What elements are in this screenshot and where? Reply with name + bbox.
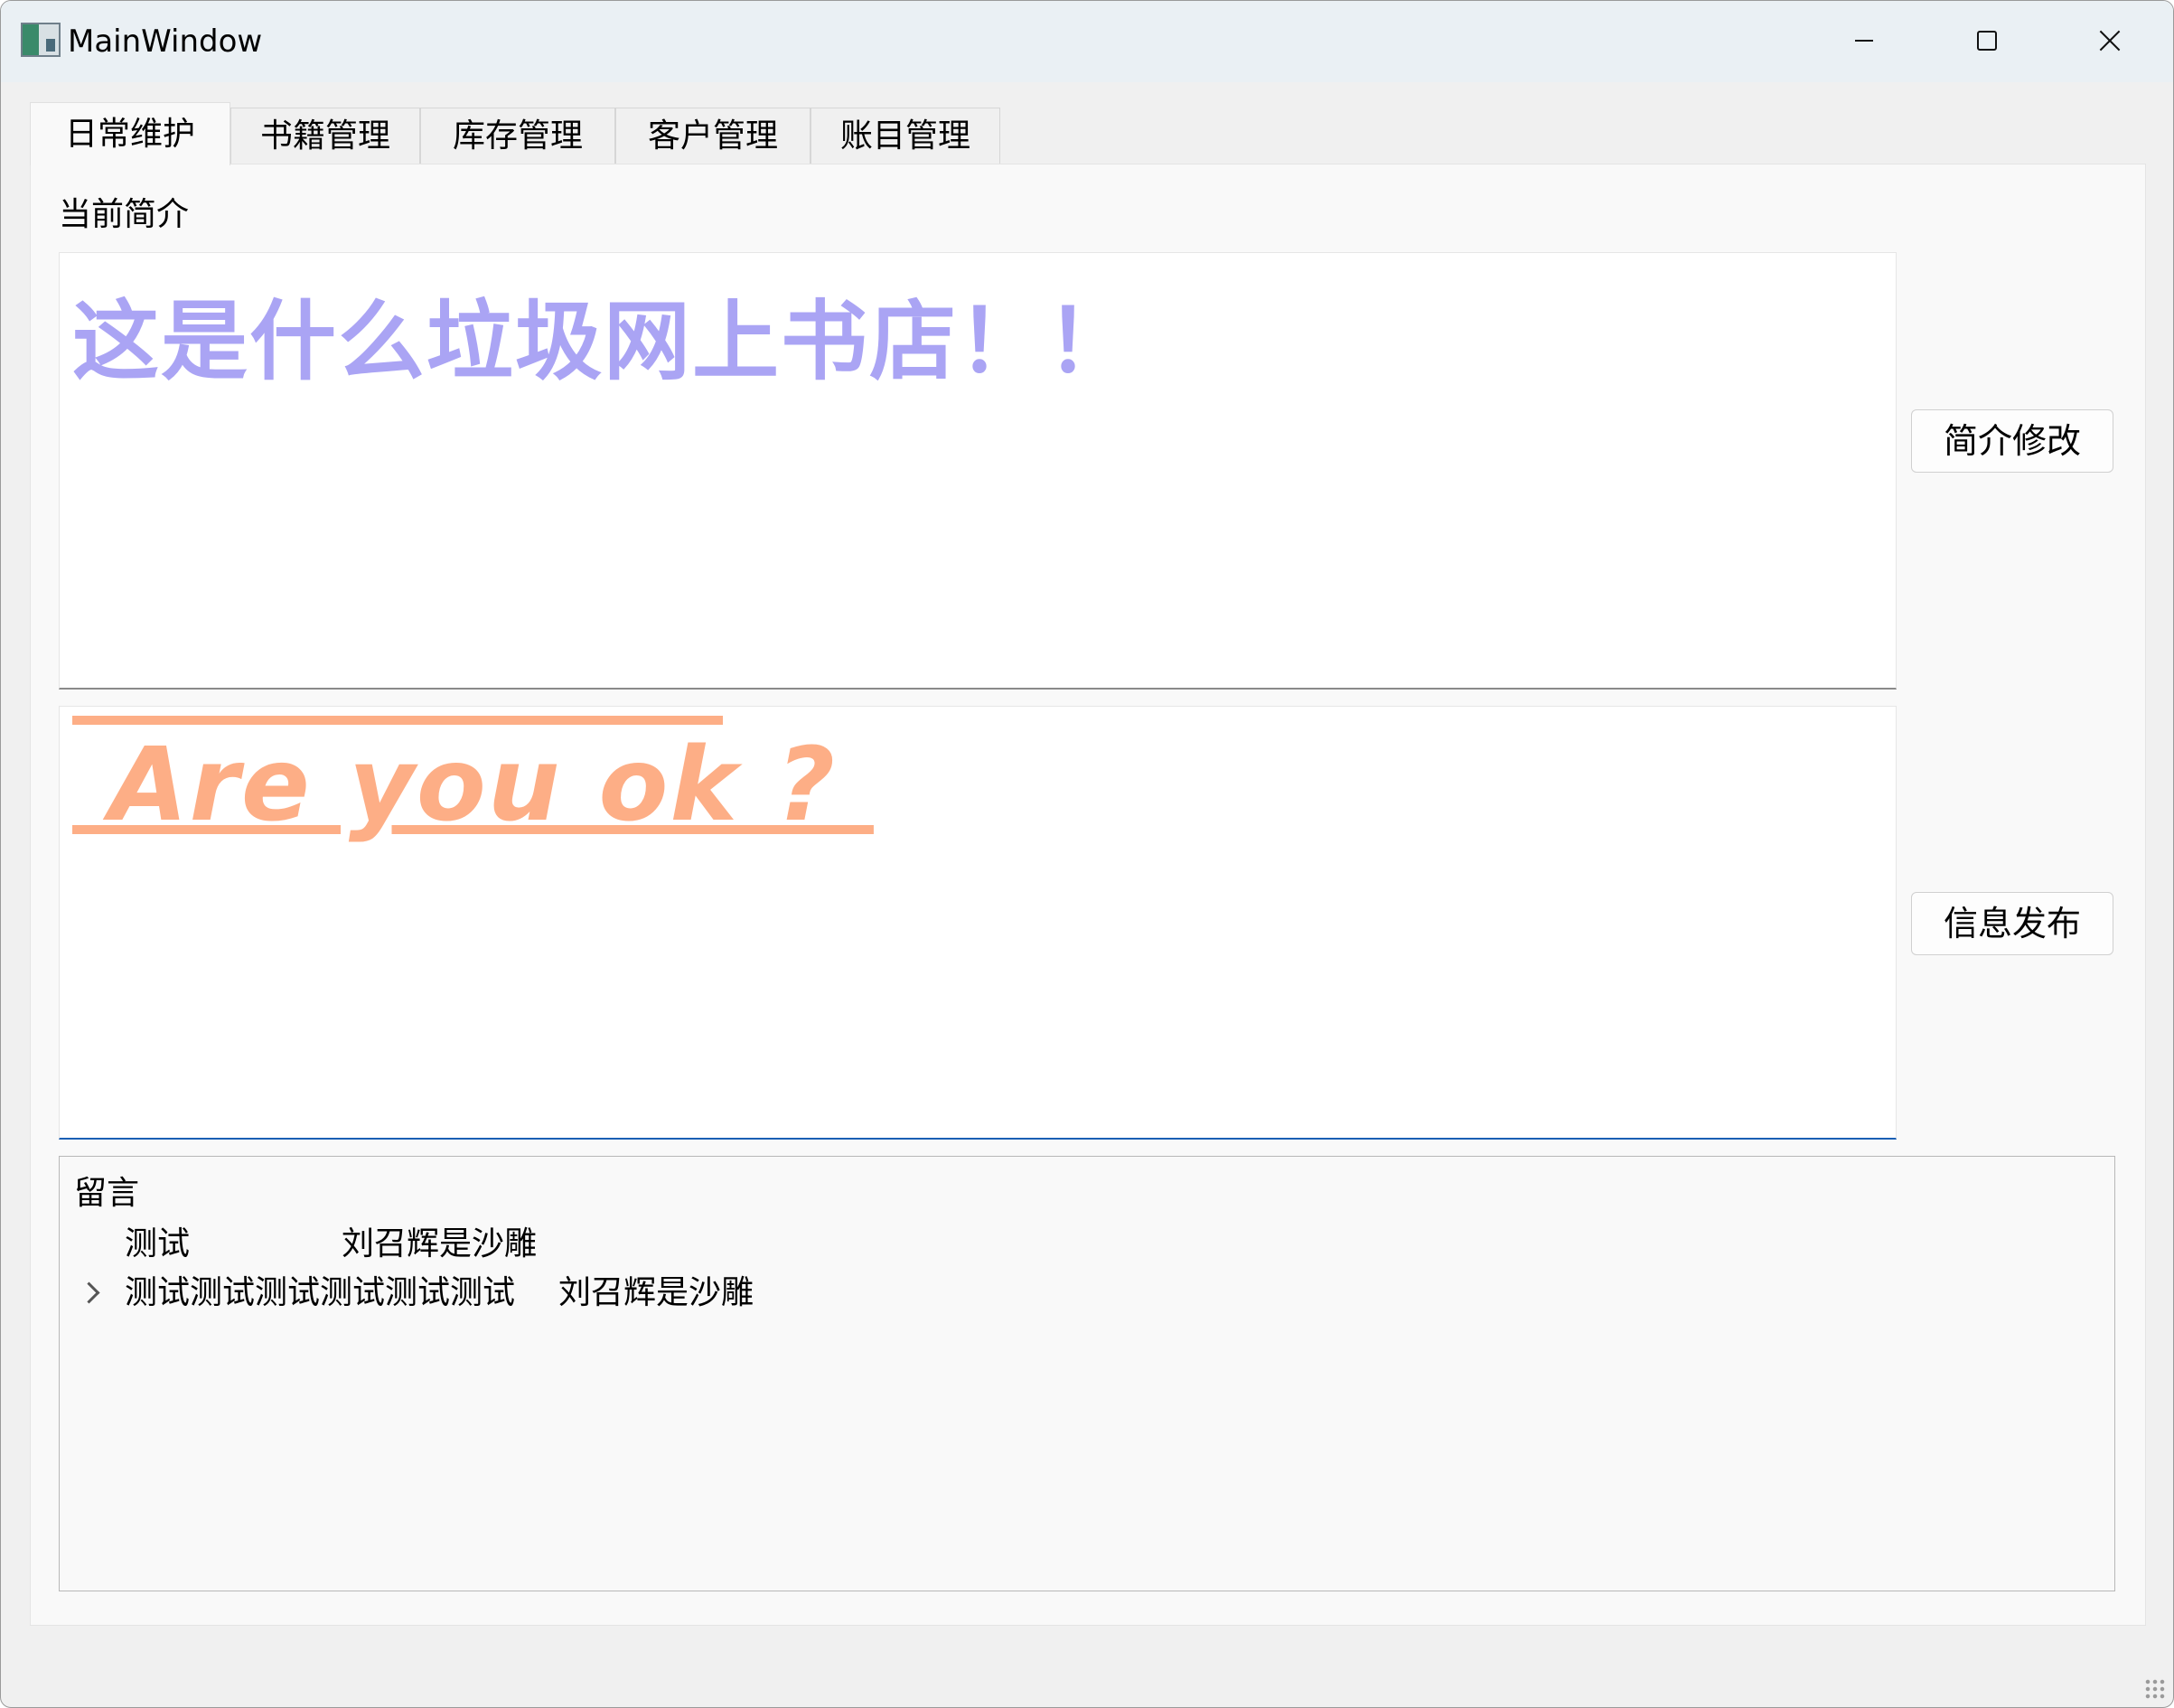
app-icon — [21, 23, 61, 57]
intro-text: 这是什么垃圾网上书店！！ — [72, 291, 1135, 392]
publish-info-button[interactable]: 信息发布 — [1911, 892, 2113, 955]
messages-header: 留言 — [74, 1175, 140, 1212]
close-icon — [2099, 30, 2121, 52]
edit-intro-button[interactable]: 简介修改 — [1911, 409, 2113, 473]
message-author: 刘召辉是沙雕 — [558, 1274, 754, 1311]
message-author: 刘召辉是沙雕 — [342, 1225, 538, 1262]
main-window: MainWindow 日常维护 书籍管理 库存管理 客户管理 账目管理 当前简介… — [0, 0, 2174, 1708]
tab-daily-maintenance[interactable]: 日常维护 — [30, 102, 230, 165]
tree-row[interactable]: 测试测试测试测试测试测试 刘召辉是沙雕 — [60, 1269, 2114, 1318]
minimize-icon — [1855, 40, 1873, 42]
minimize-button[interactable] — [1803, 1, 1926, 80]
intro-label: 当前简介 — [59, 196, 190, 233]
message-content: 测试测试测试测试测试测试 — [125, 1274, 516, 1311]
resize-grip-icon[interactable] — [2144, 1678, 2166, 1700]
tab-inventory-management[interactable]: 库存管理 — [420, 108, 615, 164]
close-button[interactable] — [2048, 1, 2171, 80]
chevron-right-icon[interactable] — [78, 1281, 100, 1304]
tab-account-management[interactable]: 账目管理 — [811, 108, 1000, 164]
info-text: Are you ok ? — [72, 727, 874, 844]
tab-book-management[interactable]: 书籍管理 — [230, 108, 420, 164]
title-bar[interactable]: MainWindow — [1, 1, 2173, 82]
text-overline — [72, 716, 723, 725]
tab-customer-management[interactable]: 客户管理 — [615, 108, 811, 164]
maximize-icon — [1977, 31, 1997, 51]
tree-row[interactable]: 测试 刘召辉是沙雕 — [60, 1220, 2114, 1269]
message-content: 测试 — [125, 1225, 191, 1262]
info-text-editor[interactable]: Are you ok ? — [59, 706, 1897, 1140]
maximize-button[interactable] — [1926, 1, 2048, 80]
intro-text-editor[interactable]: 这是什么垃圾网上书店！！ — [59, 252, 1897, 690]
messages-tree[interactable]: 留言 测试 刘召辉是沙雕 测试测试测试测试测试测试 刘召辉是沙雕 — [59, 1156, 2115, 1591]
window-title: MainWindow — [68, 23, 263, 60]
